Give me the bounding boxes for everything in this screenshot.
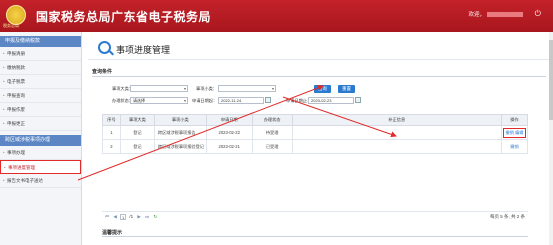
apply-start-input[interactable]: 2022-11-24: [218, 97, 264, 104]
status-select[interactable]: 请选择: [130, 97, 188, 104]
title-row: 事项进度管理: [88, 36, 550, 60]
user-label: 欢迎，: [468, 12, 485, 18]
sidebar-item-1-2[interactable]: 报告文书电子送达: [0, 174, 81, 188]
sidebar-item-1-0[interactable]: 事项办理: [0, 146, 81, 160]
col-header-info: 补正信息: [291, 114, 503, 126]
last-page-icon[interactable]: ⏭: [145, 212, 149, 221]
cell-no: 1: [102, 125, 121, 140]
col-header-no: 序号: [102, 114, 121, 126]
section-divider: [92, 76, 546, 77]
top-header: 税务总局 国家税务总局广东省电子税务局 欢迎， ⏻: [0, 0, 553, 32]
page-of-label: /1: [129, 214, 134, 219]
sidebar-item-0-1[interactable]: 缴纳税款: [0, 61, 81, 75]
main-content: 事项进度管理 查询条件 事项大类： 事项小类： 查询 重置 办理状态： 请选择 …: [88, 36, 550, 245]
cell-category: 登记: [119, 125, 155, 140]
cell-info: [291, 125, 503, 140]
magnifier-icon: [98, 41, 111, 54]
cell-ops: 撤销: [501, 139, 528, 154]
edit-link[interactable]: 编辑: [515, 130, 523, 135]
page-number-input[interactable]: 1: [120, 213, 127, 220]
table-row: 2 登记 跨区域涉税事项报验登记 2023-02-21 已受理 撤销: [102, 139, 528, 154]
user-name-redacted: [487, 12, 523, 18]
page-total: 每页 5 条, 共 2 条: [489, 214, 525, 219]
col-header-category: 事项大类: [119, 114, 155, 126]
revoke-link[interactable]: 撤销: [510, 144, 518, 149]
page-scrollbar[interactable]: [549, 32, 553, 245]
col-header-status: 办理状态: [251, 114, 293, 126]
tips-section-label: 温馨提示: [102, 230, 123, 236]
cell-category: 登记: [119, 139, 155, 154]
col-header-subcategory: 事项小类: [153, 114, 207, 126]
next-page-icon[interactable]: ▶: [137, 212, 140, 221]
col-header-date: 申请日期: [205, 114, 253, 126]
query-button[interactable]: 查询: [314, 85, 331, 93]
cell-status: 待受理: [251, 125, 293, 140]
sidebar-group-title-1[interactable]: 跨区域涉税事项办理: [0, 135, 81, 146]
logout-icon[interactable]: ⏻: [535, 9, 541, 19]
sidebar-item-0-4[interactable]: 申报作废: [0, 103, 81, 117]
cell-subcategory: 跨区域涉税事项报告: [153, 125, 207, 140]
sidebar-item-0-5[interactable]: 申报更正: [0, 117, 81, 131]
sidebar: 申报及缴纳税款 申报清册 缴纳税款 电子税票 申报查询 申报作废 申报更正 跨区…: [0, 32, 82, 245]
scrollbar-thumb[interactable]: [549, 40, 553, 120]
cell-status: 已受理: [251, 139, 293, 154]
cell-info: [291, 139, 503, 154]
section-divider: [102, 236, 528, 237]
progress-table: 序号 事项大类 事项小类 申请日期 办理状态 补正信息 操作 1 登记 跨区域涉…: [102, 114, 528, 154]
category-select[interactable]: [130, 85, 188, 92]
cell-date: 2023-02-21: [205, 139, 253, 154]
subcategory-select[interactable]: [218, 85, 276, 92]
col-header-ops: 操作: [501, 114, 528, 126]
page-title: 事项进度管理: [116, 45, 171, 55]
query-section-label: 查询条件: [92, 69, 113, 75]
cell-no: 2: [102, 139, 121, 154]
emblem-text: 税务总局: [3, 23, 19, 28]
calendar-icon[interactable]: [265, 97, 271, 103]
reset-button[interactable]: 重置: [338, 85, 355, 93]
pagination-bar: ⏮ ◀ 1 /1 ▶ ⏭ ↻ 每页 5 条, 共 2 条: [102, 211, 528, 220]
site-title: 国家税务总局广东省电子税务局: [36, 10, 212, 24]
apply-end-input[interactable]: 2023-02-23: [308, 97, 354, 104]
cell-date: 2023-02-22: [205, 125, 253, 140]
sidebar-item-progress-management[interactable]: 事项进度管理: [0, 160, 81, 175]
ops-highlight: 撤销 编辑: [502, 127, 527, 138]
subcategory-label: 事项小类：: [196, 86, 217, 91]
revoke-link[interactable]: 撤销: [506, 130, 514, 135]
table-header-row: 序号 事项大类 事项小类 申请日期 办理状态 补正信息 操作: [102, 114, 528, 126]
sidebar-item-0-3[interactable]: 申报查询: [0, 89, 81, 103]
sidebar-item-0-2[interactable]: 电子税票: [0, 75, 81, 89]
calendar-icon[interactable]: [355, 97, 361, 103]
prev-page-icon[interactable]: ◀: [113, 212, 116, 221]
refresh-icon[interactable]: ↻: [153, 212, 157, 221]
sidebar-item-0-0[interactable]: 申报清册: [0, 47, 81, 61]
table-row: 1 登记 跨区域涉税事项报告 2023-02-22 待受理 撤销 编辑: [102, 125, 528, 140]
apply-start-label: 申请日期起：: [192, 98, 218, 103]
cell-ops: 撤销 编辑: [501, 125, 528, 140]
sidebar-group-title-0[interactable]: 申报及缴纳税款: [0, 36, 81, 47]
user-greeting: 欢迎，: [468, 10, 523, 18]
cell-subcategory: 跨区域涉税事项报验登记: [153, 139, 207, 154]
tax-emblem-icon: [6, 5, 26, 25]
first-page-icon[interactable]: ⏮: [105, 212, 109, 221]
